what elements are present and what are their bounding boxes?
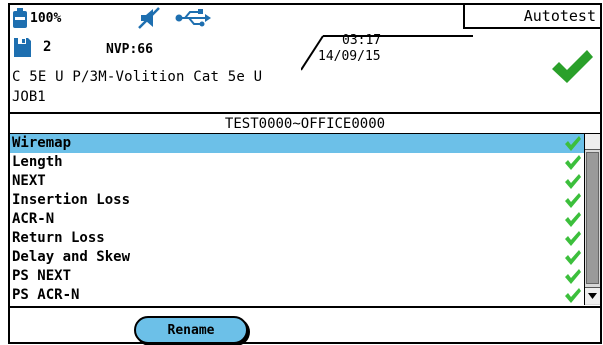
floppy-disk-icon [14,38,31,57]
usb-icon [175,9,211,27]
pass-check-icon [565,212,581,227]
test-label: Length [12,154,63,170]
list-item[interactable]: PS ACR-N [10,286,584,305]
scroll-down-button[interactable] [585,287,600,304]
clock-date: 14/09/15 [318,49,381,64]
test-label: Return Loss [12,230,105,246]
nvp-value: NVP:66 [106,42,153,57]
clock-time: 03:17 [342,33,382,48]
test-label: NEXT [12,173,46,189]
scroll-up-button[interactable] [585,134,600,150]
test-label: ACR-N [12,211,55,227]
pass-check-icon [565,231,581,246]
test-id-header: TEST0000~OFFICE0000 [10,112,600,134]
arrow-down-icon [588,293,597,299]
list-scrollbar[interactable] [584,134,600,305]
mode-label: Autotest [523,7,596,25]
status-header: 100% Autotest 2 NVP:66 03:17 14/09/15 [10,5,600,83]
list-item[interactable]: Delay and Skew [10,248,584,267]
job-name: JOB1 [12,89,46,105]
pass-check-icon [565,155,581,170]
footer-divider [10,306,600,308]
pass-check-icon [565,250,581,265]
scroll-thumb[interactable] [586,152,599,284]
pass-check-icon [565,174,581,189]
tester-screen: 100% Autotest 2 NVP:66 03:17 14/09/15 C … [8,3,602,344]
battery-level: 100% [30,11,62,26]
list-item[interactable]: Insertion Loss [10,191,584,210]
pass-check-icon [565,193,581,208]
test-label: PS NEXT [12,268,72,284]
list-item[interactable]: Return Loss [10,229,584,248]
list-item[interactable]: ACR-N [10,210,584,229]
pass-check-icon [565,288,581,303]
list-item[interactable]: Length [10,153,584,172]
overall-pass-check-icon [552,50,593,83]
job-count: 2 [43,39,52,55]
test-results-list: Wiremap Length NEXT Insertion Loss ACR-N… [10,134,584,306]
list-item[interactable]: NEXT [10,172,584,191]
list-item[interactable]: PS NEXT [10,267,584,286]
pass-check-icon [565,136,581,151]
test-label: Insertion Loss [12,192,131,208]
mute-speaker-icon [138,7,160,29]
test-label: PS ACR-N [12,287,80,303]
test-label: Wiremap [12,135,72,151]
list-item[interactable]: Wiremap [10,134,584,153]
rename-button[interactable]: Rename [134,316,248,344]
pass-check-icon [565,269,581,284]
cable-type: C 5E U P/3M-Volition Cat 5e U [12,69,263,85]
test-label: Delay and Skew [12,249,131,265]
battery-icon [13,8,27,28]
